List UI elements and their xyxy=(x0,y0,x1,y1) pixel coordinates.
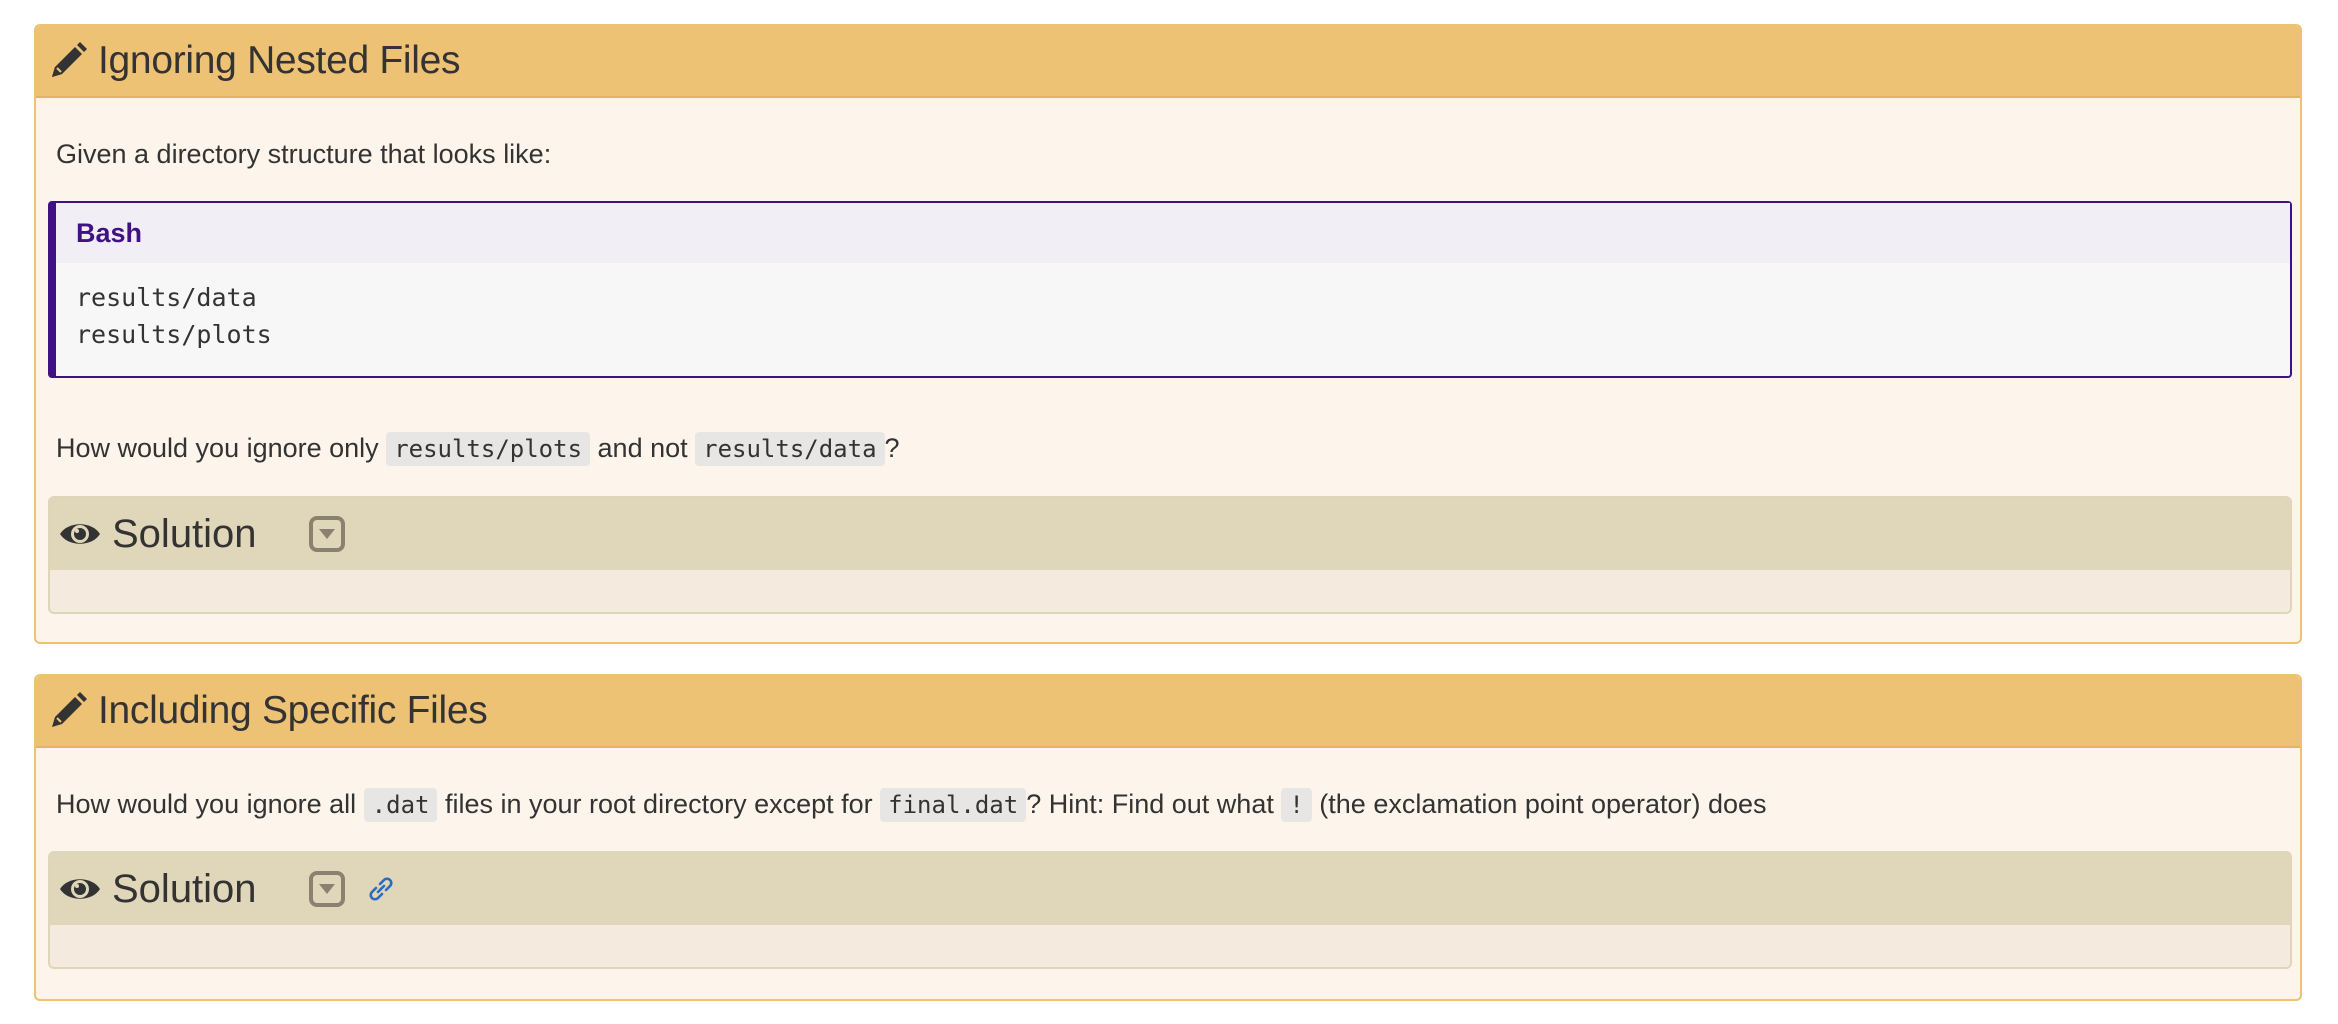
challenge-including-specific-files: Including Specific Files How would you i… xyxy=(34,674,2302,1001)
challenge-header: Including Specific Files xyxy=(36,676,2300,748)
code-block: Bash results/data results/plots xyxy=(48,201,2292,378)
eye-icon xyxy=(58,871,104,907)
challenge-intro: Given a directory structure that looks l… xyxy=(56,139,552,169)
code-line: results/data xyxy=(76,283,257,312)
code-line: results/plots xyxy=(76,320,272,349)
challenge-question: How would you ignore all .dat files in y… xyxy=(56,784,1767,825)
caret-square-down-icon[interactable] xyxy=(308,515,346,553)
eye-icon xyxy=(58,516,104,552)
pencil-icon xyxy=(46,689,90,733)
solution-header[interactable]: Solution xyxy=(50,853,2290,925)
caret-square-down-icon[interactable] xyxy=(308,870,346,908)
inline-code: results/data xyxy=(695,432,885,466)
inline-code: .dat xyxy=(363,788,438,822)
challenge-header: Ignoring Nested Files xyxy=(36,26,2300,98)
solution-title: Solution xyxy=(112,511,257,556)
question-text: How would you ignore only xyxy=(56,433,387,463)
code-content: results/data results/plots xyxy=(56,263,2290,369)
challenge-title: Including Specific Files xyxy=(98,689,488,732)
pencil-icon xyxy=(46,39,90,83)
lesson-page: Ignoring Nested Files Given a directory … xyxy=(0,0,2338,1024)
challenge-ignoring-nested-files: Ignoring Nested Files Given a directory … xyxy=(34,24,2302,644)
solution-title: Solution xyxy=(112,866,257,911)
question-text: files in your root directory except for xyxy=(437,789,881,819)
question-text: (the exclamation point operator) does xyxy=(1311,789,1767,819)
question-text: ? Hint: Find out what xyxy=(1026,789,1282,819)
question-text: ? xyxy=(884,433,900,463)
solution-panel: Solution xyxy=(48,851,2292,969)
solution-header[interactable]: Solution xyxy=(50,498,2290,570)
inline-code: final.dat xyxy=(880,788,1027,822)
challenge-title: Ignoring Nested Files xyxy=(98,39,461,82)
code-language-label: Bash xyxy=(56,203,2290,263)
inline-code: results/plots xyxy=(386,432,591,466)
question-text: and not xyxy=(590,433,696,463)
solution-panel: Solution xyxy=(48,496,2292,614)
challenge-question: How would you ignore only results/plots … xyxy=(56,428,900,469)
question-text: How would you ignore all xyxy=(56,789,364,819)
link-icon[interactable] xyxy=(364,872,398,906)
inline-code: ! xyxy=(1281,788,1312,822)
